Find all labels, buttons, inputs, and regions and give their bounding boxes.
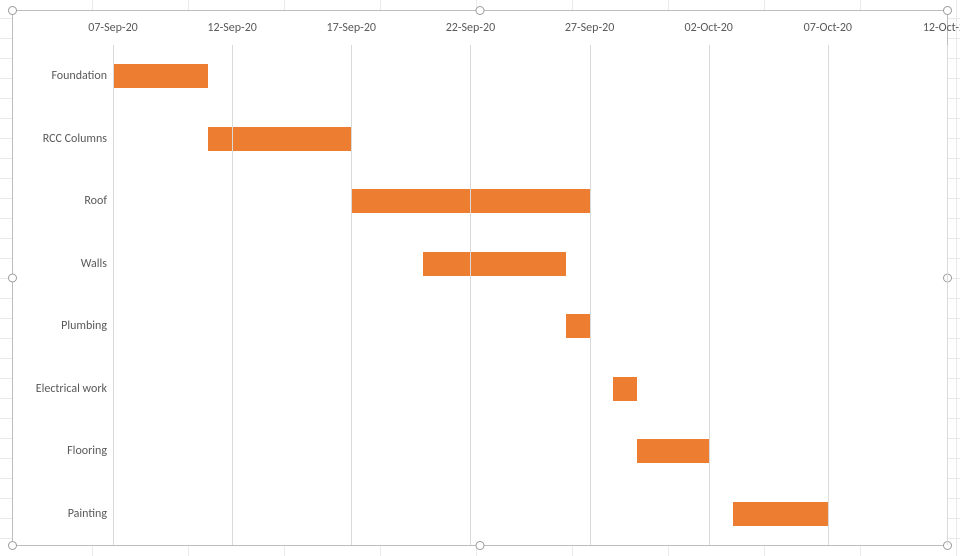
x-axis-tick: 17-Sep-20	[327, 21, 376, 35]
bar-slot	[113, 108, 947, 171]
gantt-bar[interactable]	[613, 377, 637, 401]
gridline	[351, 45, 352, 545]
bar-slot	[113, 233, 947, 296]
chart-plot: 07-Sep-20 12-Sep-20 17-Sep-20 22-Sep-20 27-S…	[13, 11, 947, 545]
bar-slot	[113, 45, 947, 108]
gridline	[947, 45, 948, 545]
bar-slot	[113, 358, 947, 421]
bar-slot	[113, 420, 947, 483]
x-axis-tick: 12-Oct-20	[923, 21, 960, 35]
y-axis-category: RCC Columns	[43, 132, 107, 146]
y-axis-category: Painting	[68, 507, 107, 521]
bar-slot	[113, 295, 947, 358]
y-axis: Foundation RCC Columns Roof Walls Plumbing El…	[13, 45, 113, 545]
x-axis-tick: 02-Oct-20	[685, 21, 733, 35]
y-axis-category: Foundation	[51, 69, 107, 83]
bar-slot	[113, 483, 947, 546]
gantt-bar[interactable]	[208, 127, 351, 151]
gantt-bar[interactable]	[733, 502, 828, 526]
x-axis-tick: 27-Sep-20	[565, 21, 614, 35]
plot-area	[113, 45, 947, 545]
gridline	[828, 45, 829, 545]
y-axis-category: Flooring	[67, 444, 107, 458]
gridline	[590, 45, 591, 545]
x-axis: 07-Sep-20 12-Sep-20 17-Sep-20 22-Sep-20 27-S…	[13, 11, 947, 45]
gridline	[232, 45, 233, 545]
y-axis-category: Walls	[81, 257, 107, 271]
gantt-bar[interactable]	[637, 439, 708, 463]
gantt-bars	[113, 45, 947, 545]
y-axis-category: Plumbing	[61, 319, 107, 333]
x-axis-tick: 07-Oct-20	[804, 21, 852, 35]
chart-object[interactable]: 07-Sep-20 12-Sep-20 17-Sep-20 22-Sep-20 27-S…	[12, 10, 948, 546]
x-axis-tick: 22-Sep-20	[446, 21, 495, 35]
gantt-bar[interactable]	[113, 64, 208, 88]
gridline	[470, 45, 471, 545]
x-axis-tick: 12-Sep-20	[207, 21, 256, 35]
y-axis-category: Roof	[84, 194, 107, 208]
gridline	[113, 45, 114, 545]
y-axis-category: Electrical work	[36, 382, 107, 396]
bar-slot	[113, 170, 947, 233]
x-axis-tick: 07-Sep-20	[88, 21, 137, 35]
gantt-bar[interactable]	[423, 252, 566, 276]
gantt-bar[interactable]	[566, 314, 590, 338]
gridline	[709, 45, 710, 545]
